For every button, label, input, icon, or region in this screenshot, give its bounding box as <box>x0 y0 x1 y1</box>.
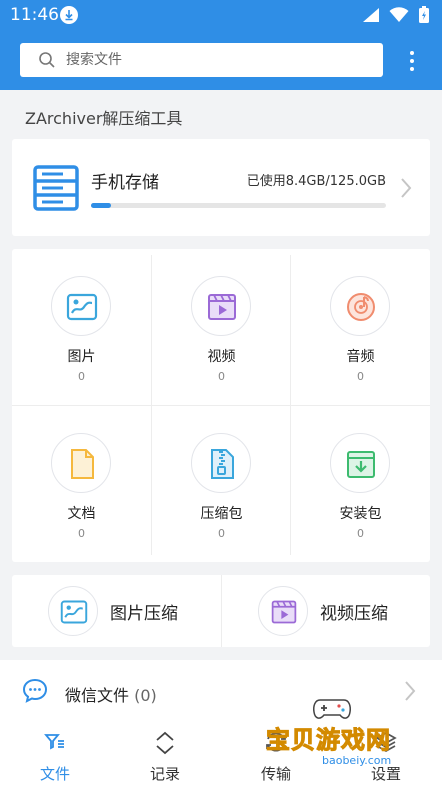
settings-icon <box>375 732 397 752</box>
category-label: 图片 <box>67 349 96 365</box>
nav-label: 设置 <box>370 765 401 783</box>
category-archives[interactable]: 压缩包 0 <box>152 406 291 562</box>
storage-usage: 已使用8.4GB/125.0GB <box>246 174 386 189</box>
wechat-count: (0) <box>134 686 157 705</box>
video-compress-button[interactable]: 视频压缩 <box>222 575 431 647</box>
chat-bubble-icon <box>22 678 48 703</box>
download-notification-icon <box>60 6 78 24</box>
category-count: 0 <box>218 370 225 383</box>
storage-name: 手机存储 <box>91 173 159 193</box>
nav-label: 文件 <box>39 765 70 783</box>
category-documents[interactable]: 文档 0 <box>12 406 151 562</box>
storage-progress-bar <box>91 203 386 208</box>
image-icon <box>48 586 98 636</box>
category-label: 音频 <box>346 349 375 365</box>
category-count: 0 <box>357 370 364 383</box>
nav-label: 传输 <box>260 765 291 783</box>
category-grid: 图片 0 视频 0 音频 0 文档 0 压缩包 0 安装包 0 <box>12 249 430 562</box>
status-time: 11:46 <box>10 5 59 25</box>
compress-label: 视频压缩 <box>320 604 388 624</box>
category-videos[interactable]: 视频 0 <box>152 249 291 405</box>
files-icon <box>44 734 64 750</box>
chevron-right-icon <box>405 681 416 701</box>
search-icon <box>39 52 55 68</box>
compress-tools: 图片压缩 视频压缩 <box>12 575 430 647</box>
document-icon <box>51 433 111 493</box>
history-icon <box>156 731 174 755</box>
apk-icon <box>330 433 390 493</box>
search-input[interactable] <box>66 43 366 77</box>
nav-transfer[interactable]: 传输 <box>221 724 331 786</box>
zip-icon <box>191 433 251 493</box>
wechat-label-text: 微信文件 <box>65 686 130 705</box>
category-label: 安装包 <box>339 506 382 522</box>
more-menu-icon[interactable] <box>402 50 422 72</box>
category-count: 0 <box>78 527 85 540</box>
nav-history[interactable]: 记录 <box>110 724 220 786</box>
category-apk[interactable]: 安装包 0 <box>291 406 430 562</box>
phone-storage-card[interactable]: 手机存储 已使用8.4GB/125.0GB <box>12 139 430 236</box>
category-label: 压缩包 <box>200 506 243 522</box>
nav-files[interactable]: 文件 <box>0 724 110 786</box>
video-icon <box>258 586 308 636</box>
category-count: 0 <box>78 370 85 383</box>
bottom-navigation: 文件 记录 传输 设置 <box>0 724 442 786</box>
wifi-icon <box>389 7 409 22</box>
image-compress-button[interactable]: 图片压缩 <box>12 575 221 647</box>
category-images[interactable]: 图片 0 <box>12 249 151 405</box>
storage-progress-fill <box>91 203 111 208</box>
image-icon <box>51 276 111 336</box>
transfer-icon <box>266 732 286 752</box>
compress-label: 图片压缩 <box>110 604 178 624</box>
battery-icon <box>419 6 429 23</box>
category-label: 视频 <box>207 349 236 365</box>
section-title: ZArchiver解压缩工具 <box>25 109 183 128</box>
app-bar <box>0 30 442 90</box>
signal-icon <box>363 8 379 22</box>
category-audio[interactable]: 音频 0 <box>291 249 430 405</box>
video-icon <box>191 276 251 336</box>
wechat-label: 微信文件 (0) <box>65 682 157 706</box>
search-box[interactable] <box>20 43 383 77</box>
chevron-right-icon <box>401 178 412 198</box>
wechat-files-row[interactable]: 微信文件 (0) <box>0 660 442 724</box>
category-count: 0 <box>357 527 364 540</box>
status-bar: 11:46 <box>0 0 442 30</box>
nav-settings[interactable]: 设置 <box>331 724 441 786</box>
category-count: 0 <box>218 527 225 540</box>
music-icon <box>330 276 390 336</box>
category-label: 文档 <box>67 506 96 522</box>
storage-icon <box>33 165 79 211</box>
nav-label: 记录 <box>149 765 180 783</box>
